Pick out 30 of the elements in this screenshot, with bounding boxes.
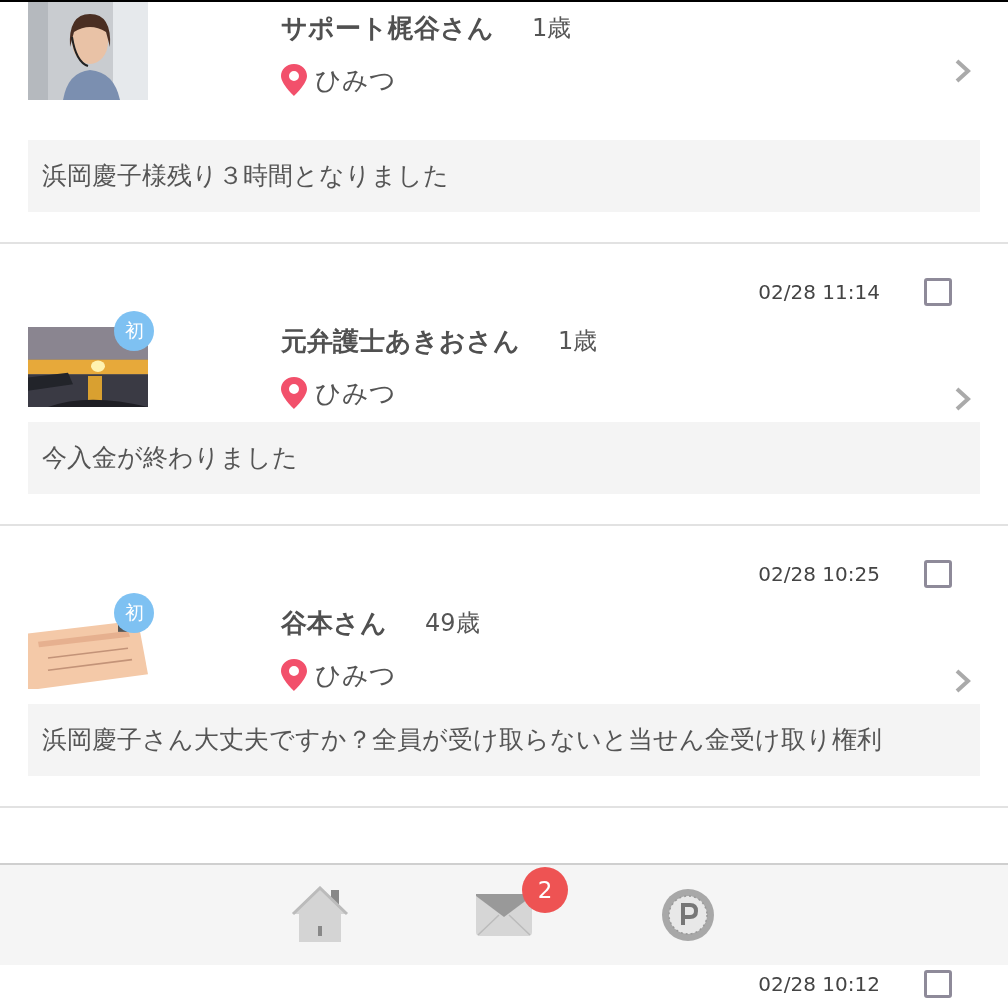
sender-age: 1歳	[532, 13, 572, 44]
message-preview[interactable]: 浜岡慶子様残り３時間となりました	[28, 140, 980, 212]
home-icon[interactable]	[291, 886, 349, 944]
checkbox[interactable]	[924, 970, 952, 998]
location-text: ひみつ	[315, 658, 396, 692]
unread-count-badge: 2	[522, 867, 568, 913]
message-preview[interactable]: 浜岡慶子さん大丈夫ですか？全員が受け取らないと当せん金受け取り権利	[28, 704, 980, 776]
chevron-right-icon[interactable]	[954, 386, 972, 412]
checkbox[interactable]	[924, 560, 952, 588]
location-pin-icon	[281, 377, 307, 409]
sender-age: 49歳	[425, 608, 480, 639]
mail-icon[interactable]	[475, 893, 533, 937]
timestamp: 02/28 10:25	[758, 562, 880, 586]
sender-name: 谷本さん	[281, 606, 387, 640]
location-pin-icon	[281, 659, 307, 691]
message-preview[interactable]: 今入金が終わりました	[28, 422, 980, 494]
timestamp: 02/28 11:14	[758, 280, 880, 304]
sender-name: サポート梶谷さん	[281, 11, 494, 45]
checkbox[interactable]	[924, 278, 952, 306]
location-text: ひみつ	[315, 63, 396, 97]
first-badge: 初	[114, 311, 154, 351]
chevron-right-icon[interactable]	[954, 58, 972, 84]
chevron-right-icon[interactable]	[954, 668, 972, 694]
points-coin-icon[interactable]	[660, 887, 716, 943]
timestamp: 02/28 10:12	[758, 972, 880, 996]
sender-name: 元弁護士あきおさん	[281, 324, 520, 358]
location-text: ひみつ	[315, 376, 396, 410]
location-pin-icon	[281, 64, 307, 96]
sender-age: 1歳	[558, 326, 598, 357]
first-badge: 初	[114, 593, 154, 633]
